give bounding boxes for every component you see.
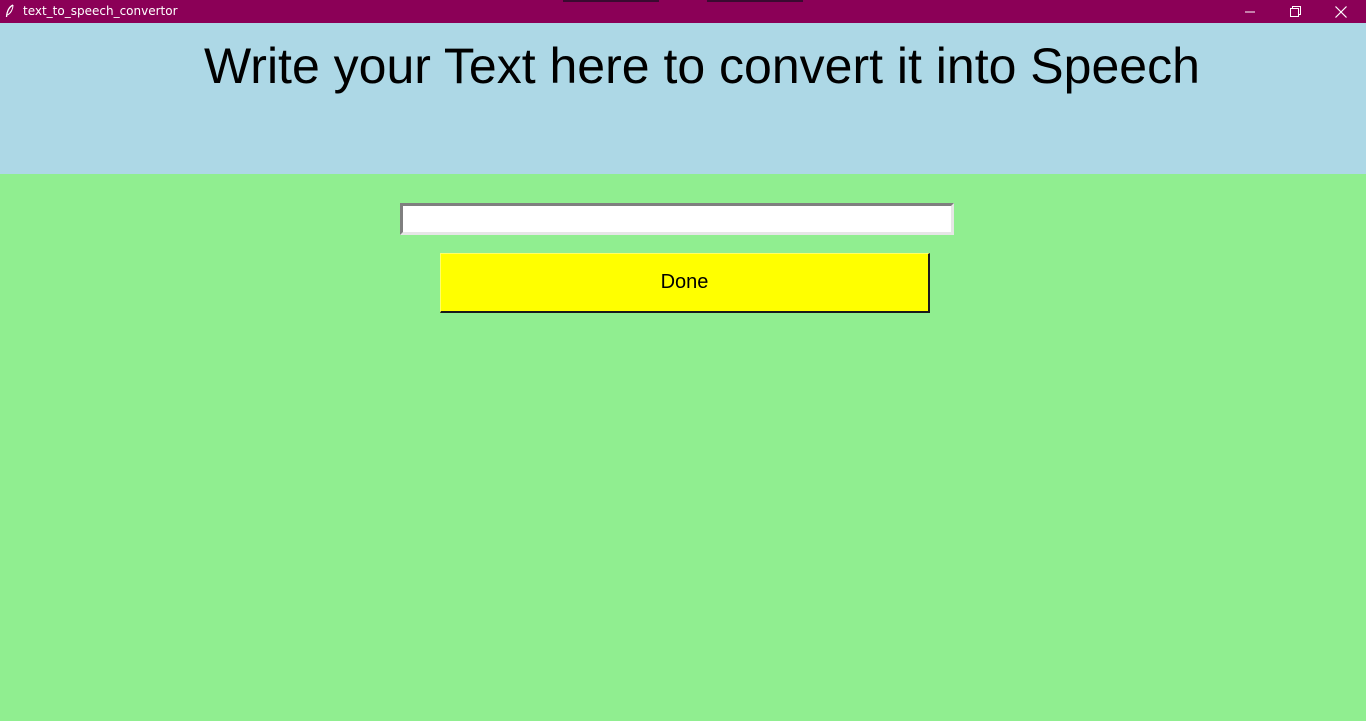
instruction-heading: Write your Text here to convert it into … xyxy=(204,38,1200,94)
minimize-button[interactable] xyxy=(1227,0,1273,23)
title-bar-mark xyxy=(563,0,659,2)
title-bar-mark xyxy=(707,0,803,2)
speech-text-input[interactable] xyxy=(400,203,954,235)
feather-icon xyxy=(5,4,15,18)
restore-icon xyxy=(1289,6,1301,17)
title-bar[interactable]: text_to_speech_convertor xyxy=(0,0,1366,23)
app-window: text_to_speech_convertor Write your Text… xyxy=(0,0,1366,721)
header-panel: Write your Text here to convert it into … xyxy=(0,23,1366,174)
window-title: text_to_speech_convertor xyxy=(23,4,178,18)
minimize-icon xyxy=(1245,7,1255,17)
done-button[interactable]: Done xyxy=(440,253,930,313)
close-button[interactable] xyxy=(1318,0,1364,23)
restore-button[interactable] xyxy=(1272,0,1318,23)
close-icon xyxy=(1335,5,1347,18)
